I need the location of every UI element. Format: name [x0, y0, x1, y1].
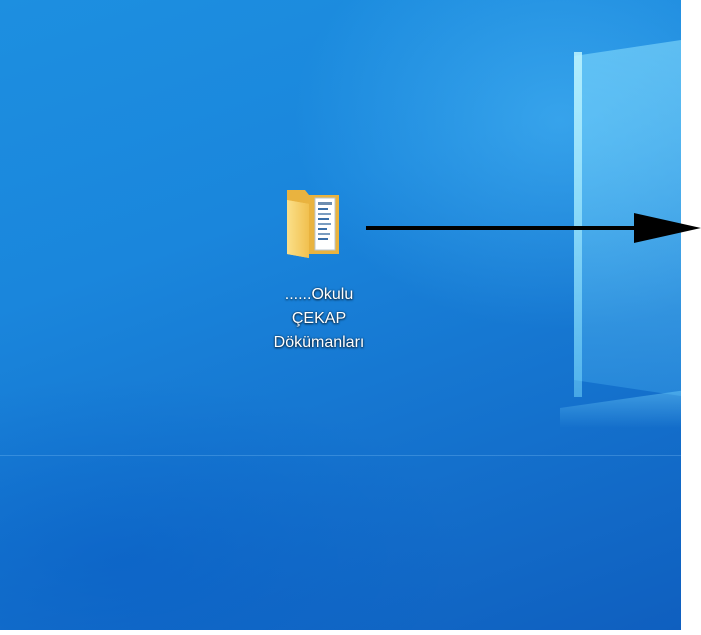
- folder-label-line-1: ......Okulu: [284, 286, 354, 303]
- folder-icon: [287, 190, 339, 258]
- annotation-arrow: [366, 213, 701, 243]
- desktop[interactable]: ......Okulu ÇEKAP Dökümanları: [0, 0, 681, 630]
- wallpaper-horizon: [0, 455, 681, 456]
- folder-label-line-3: Dökümanları: [273, 334, 365, 351]
- annotation-arrow-head: [634, 213, 701, 243]
- folder-label-line-2: ÇEKAP: [291, 310, 347, 327]
- folder-label: ......Okulu ÇEKAP Dökümanları: [244, 283, 394, 355]
